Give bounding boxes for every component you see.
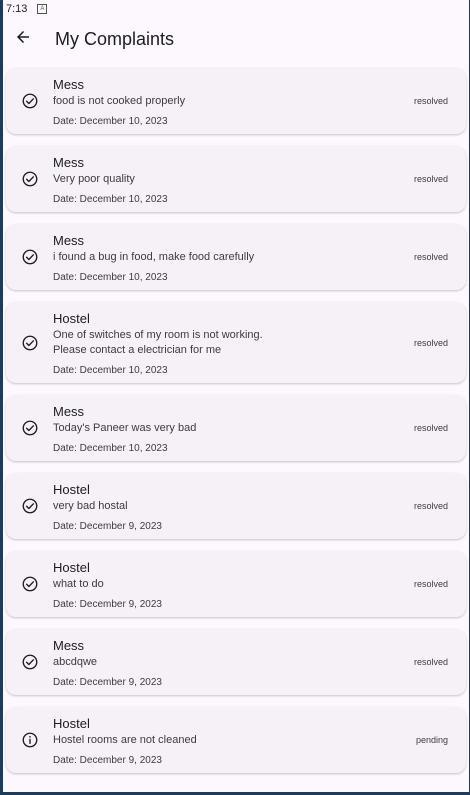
- complaint-description: food is not cooked properly: [53, 95, 186, 107]
- complaint-status: resolved: [413, 423, 448, 433]
- complaint-description: abcdqwe: [53, 656, 98, 668]
- status-bar: 7:13 A: [3, 0, 469, 18]
- complaint-card[interactable]: Hostel One of switches of my room is not…: [6, 302, 466, 383]
- complaint-status: resolved: [413, 657, 448, 667]
- complaint-category: Hostel: [53, 560, 90, 575]
- complaint-status: resolved: [413, 337, 448, 348]
- complaint-date: Date: December 10, 2023: [53, 116, 168, 127]
- page-title: My Complaints: [55, 28, 175, 49]
- complaint-status: resolved: [413, 501, 448, 511]
- clock: 7:13: [6, 3, 28, 15]
- info-icon: [21, 731, 39, 749]
- check-circle-icon: [21, 419, 39, 437]
- complaint-card[interactable]: Mess abcdqwe Date: December 9, 2023 reso…: [6, 629, 466, 695]
- complaint-category: Hostel: [53, 482, 90, 497]
- complaint-category: Mess: [53, 233, 85, 248]
- complaint-category: Hostel: [53, 311, 90, 326]
- complaint-card[interactable]: Mess Today's Paneer was very bad Date: D…: [6, 395, 466, 461]
- check-circle-icon: [21, 334, 39, 352]
- complaint-status: resolved: [413, 252, 448, 262]
- back-button[interactable]: [3, 19, 43, 59]
- complaint-description: One of switches of my room is not workin…: [53, 329, 263, 356]
- complaint-description: what to do: [53, 578, 104, 590]
- check-circle-icon: [21, 575, 39, 593]
- check-circle-icon: [21, 92, 39, 110]
- complaint-date: Date: December 10, 2023: [53, 365, 168, 376]
- arrow-left-icon: [14, 28, 32, 51]
- complaint-description: Today's Paneer was very bad: [53, 422, 197, 434]
- check-circle-icon: [21, 497, 39, 515]
- complaint-category: Hostel: [53, 716, 90, 731]
- complaint-category: Mess: [53, 77, 85, 92]
- complaint-list: Mess food is not cooked properly Date: D…: [3, 68, 469, 785]
- complaint-description: Very poor quality: [53, 173, 135, 185]
- complaint-status: resolved: [413, 174, 448, 184]
- complaint-card[interactable]: Hostel what to do Date: December 9, 2023…: [6, 551, 466, 617]
- complaint-category: Mess: [53, 638, 85, 653]
- complaint-date: Date: December 9, 2023: [53, 599, 162, 610]
- complaint-date: Date: December 10, 2023: [53, 272, 168, 283]
- complaint-card[interactable]: Hostel very bad hostal Date: December 9,…: [6, 473, 466, 539]
- complaint-card[interactable]: Hostel Hostel rooms are not cleaned Date…: [6, 707, 466, 773]
- complaint-card[interactable]: Mess food is not cooked properly Date: D…: [6, 68, 466, 134]
- complaint-status: pending: [415, 735, 448, 745]
- app-screen: 7:13 A My Complaints Mess food is not co…: [3, 0, 469, 792]
- check-circle-icon: [21, 653, 39, 671]
- complaint-status: resolved: [413, 579, 448, 589]
- complaint-category: Mess: [53, 404, 85, 419]
- complaint-date: Date: December 9, 2023: [53, 677, 162, 688]
- complaint-card[interactable]: Mess Very poor quality Date: December 10…: [6, 146, 466, 212]
- notification-icon: A: [37, 4, 48, 14]
- complaint-date: Date: December 10, 2023: [53, 194, 168, 205]
- check-circle-icon: [21, 170, 39, 188]
- complaint-status: resolved: [413, 96, 448, 106]
- complaint-description: very bad hostal: [53, 500, 128, 512]
- check-circle-icon: [21, 248, 39, 266]
- complaint-date: Date: December 9, 2023: [53, 755, 162, 766]
- complaint-date: Date: December 9, 2023: [53, 521, 162, 532]
- complaint-date: Date: December 10, 2023: [53, 443, 168, 454]
- complaint-card[interactable]: Mess i found a bug in food, make food ca…: [6, 224, 466, 290]
- app-bar: My Complaints: [3, 18, 469, 60]
- complaint-description: i found a bug in food, make food careful…: [53, 251, 255, 263]
- complaint-category: Mess: [53, 155, 85, 170]
- complaint-description: Hostel rooms are not cleaned: [53, 734, 197, 746]
